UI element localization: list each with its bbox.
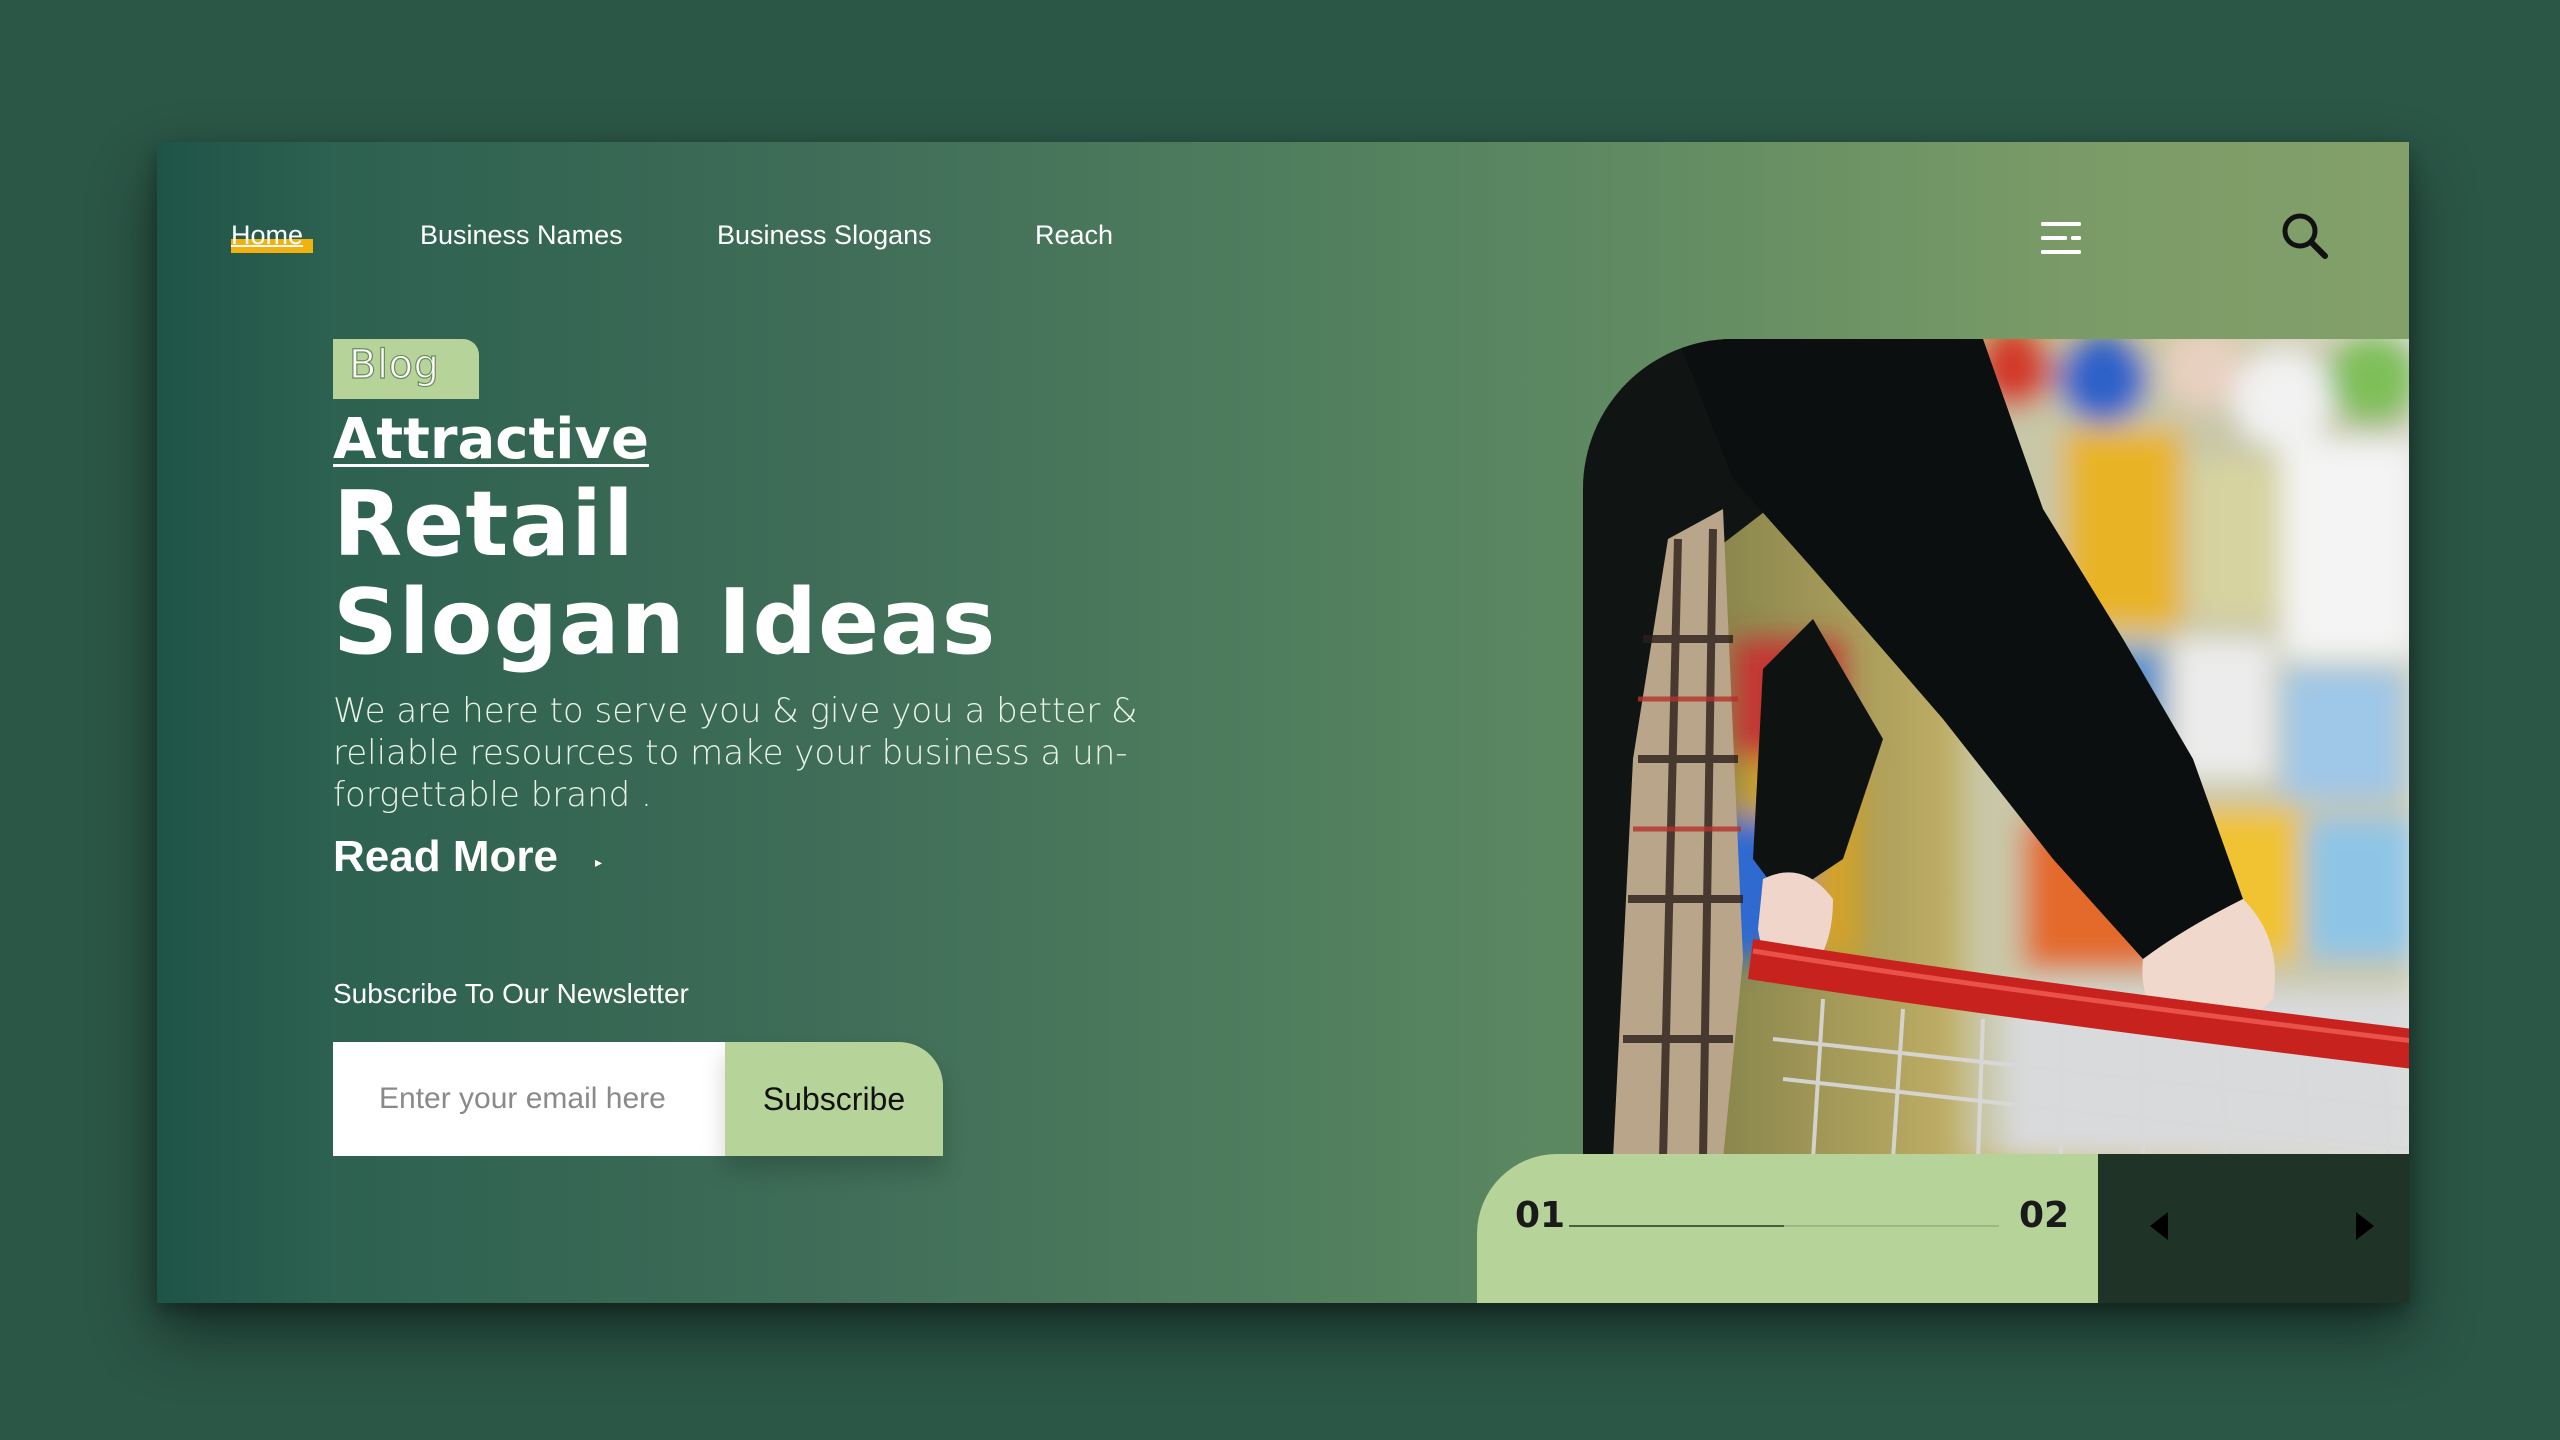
hero-card: Home Business Names Business Slogans Rea… xyxy=(157,142,2409,1303)
triangle-right-icon[interactable] xyxy=(2344,1206,2384,1246)
hero-photo xyxy=(1583,339,2409,1159)
slider-progress-fill xyxy=(1569,1225,1784,1227)
blog-badge-label: Blog xyxy=(348,341,440,388)
blog-badge: Blog xyxy=(333,339,479,399)
hamburger-menu-icon[interactable] xyxy=(2039,218,2083,258)
slider-progress-track xyxy=(1569,1225,1999,1227)
nav-item-home[interactable]: Home xyxy=(231,220,313,253)
nav-item-business-names[interactable]: Business Names xyxy=(420,220,623,251)
newsletter-label: Subscribe To Our Newsletter xyxy=(333,978,689,1009)
email-input[interactable] xyxy=(333,1042,725,1156)
hero-title-line1: Attractive xyxy=(333,407,649,472)
slider-controls xyxy=(2098,1154,2409,1303)
shopping-cart-photo xyxy=(1583,339,2409,1159)
hero-title-line2: Retail xyxy=(333,472,635,577)
slider-pagination xyxy=(1477,1154,2098,1303)
slide-total-number: 02 xyxy=(2019,1195,2070,1236)
hero-title-line3: Slogan Ideas xyxy=(333,570,997,675)
slide-current-number: 01 xyxy=(1515,1195,1566,1236)
page-background: Home Business Names Business Slogans Rea… xyxy=(0,0,2560,1440)
read-more-link[interactable]: Read More xyxy=(333,832,558,882)
triangle-left-icon[interactable] xyxy=(2140,1206,2180,1246)
hero-description: We are here to serve you & give you a be… xyxy=(333,691,1138,815)
nav-item-label: Home xyxy=(231,220,304,250)
nav-item-business-slogans[interactable]: Business Slogans xyxy=(717,220,932,251)
subscribe-button[interactable]: Subscribe xyxy=(725,1042,943,1156)
nav-item-reach[interactable]: Reach xyxy=(1035,220,1113,251)
search-icon[interactable] xyxy=(2279,210,2331,262)
read-more-arrow-icon: ▸ xyxy=(595,854,603,870)
